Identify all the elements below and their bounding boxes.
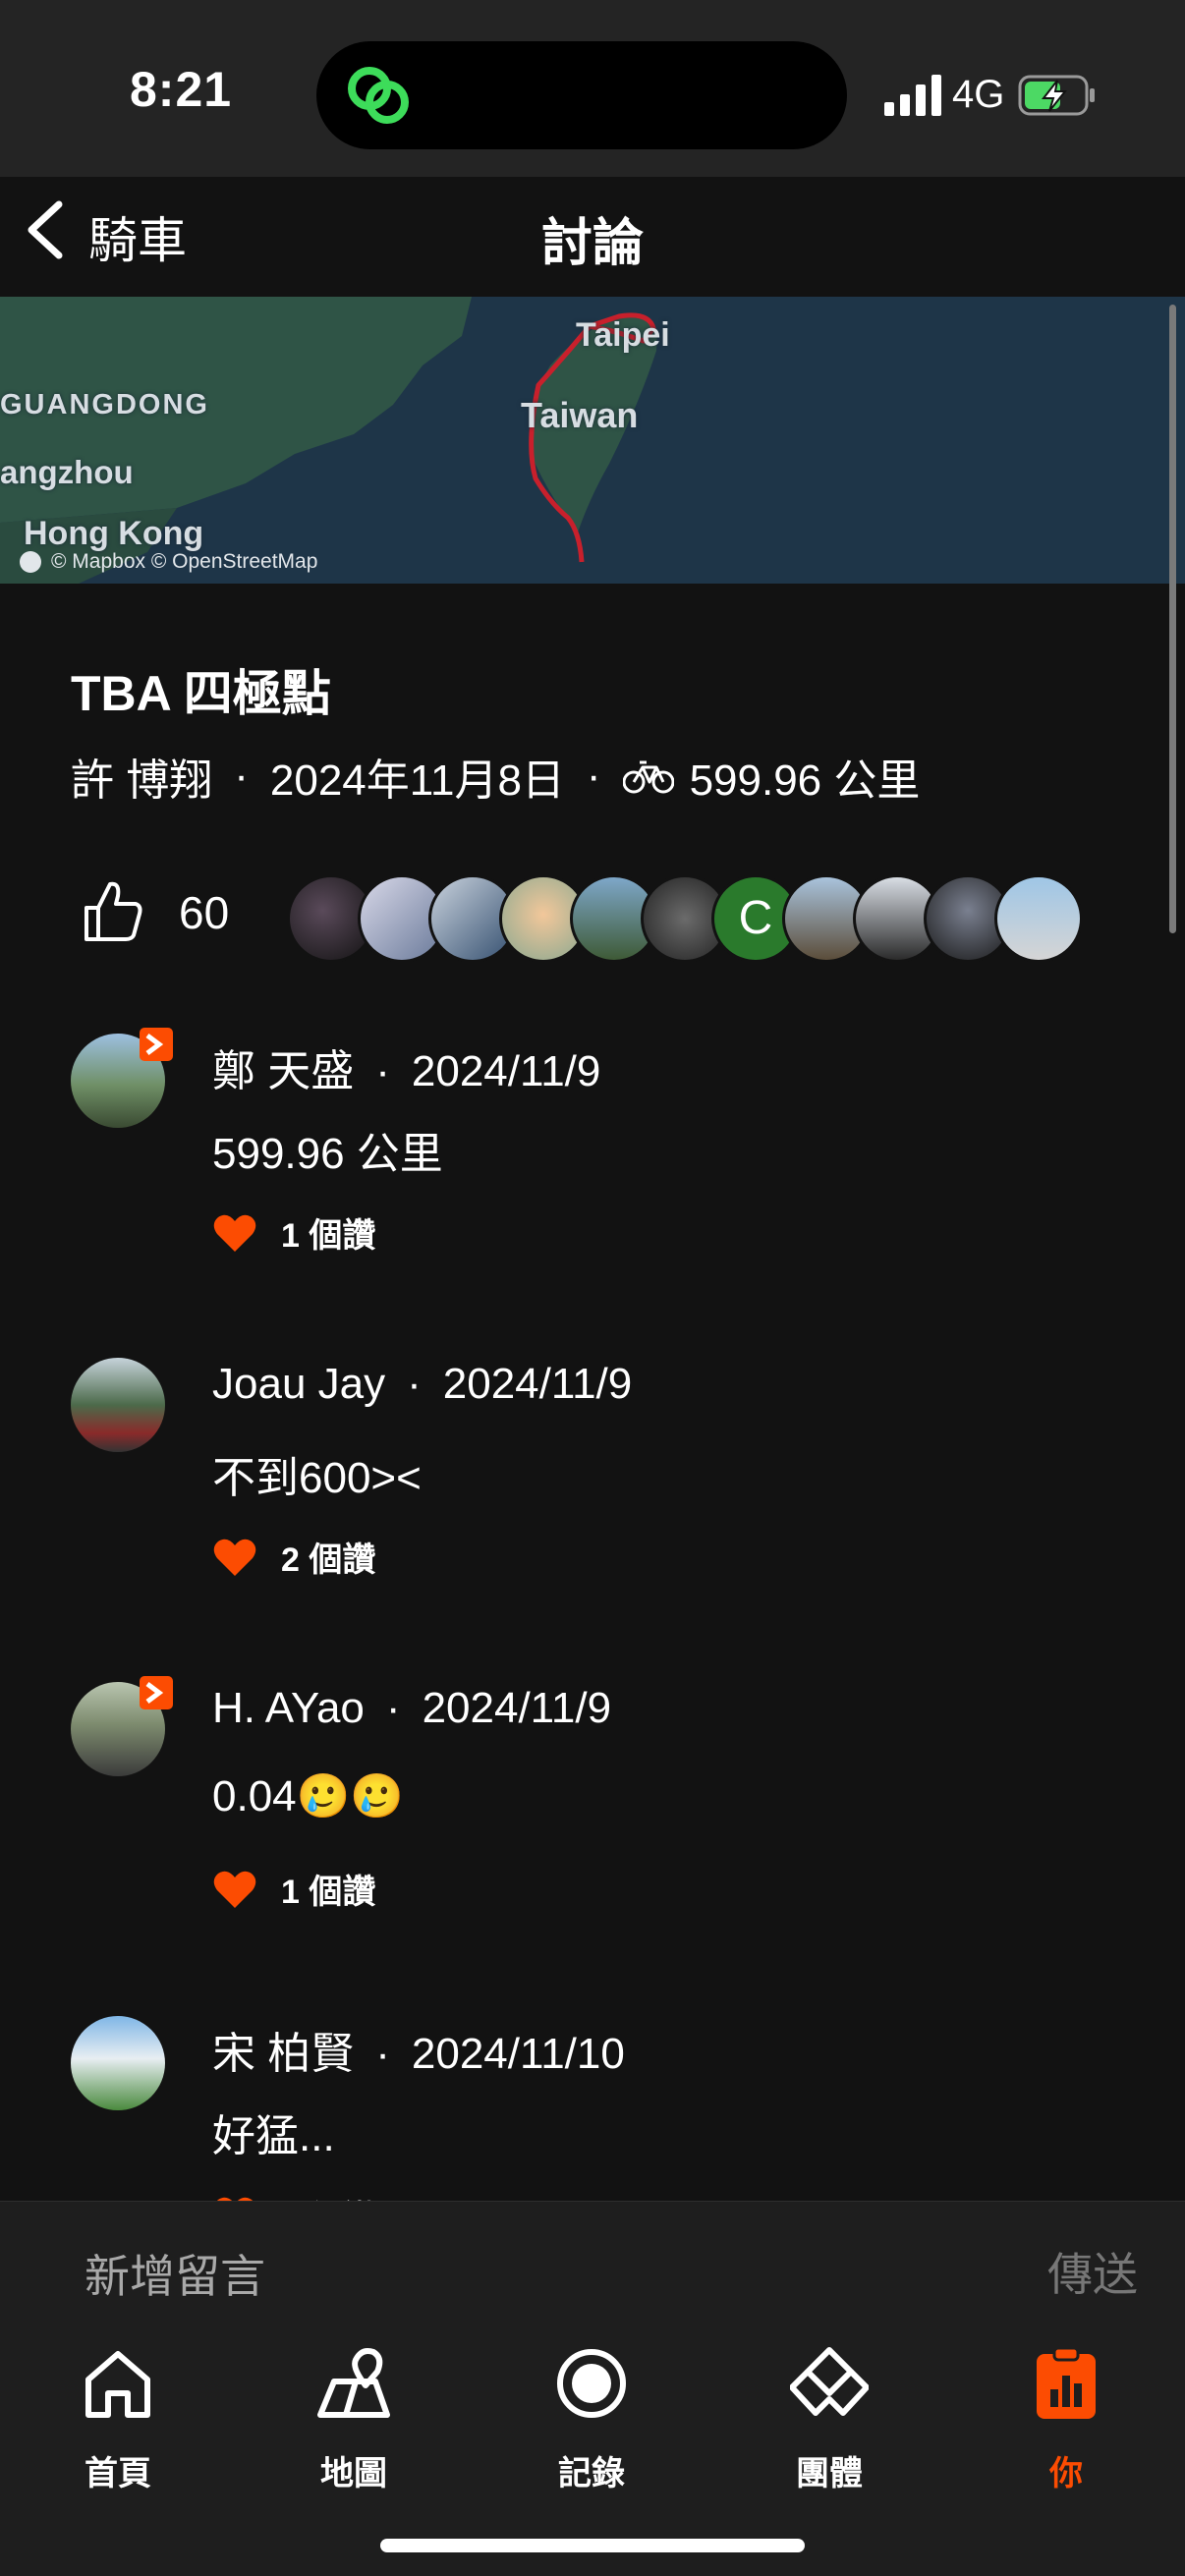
tab-label: 團體 <box>796 2455 863 2492</box>
activity-meta: 許 博翔 · 2024年11月8日 · 599.96 公里 <box>71 745 920 808</box>
dynamic-island[interactable] <box>316 41 847 149</box>
page-title: 討論 <box>540 215 644 272</box>
map-icon <box>317 2348 390 2418</box>
mapbox-logo-icon <box>20 551 41 574</box>
you-icon <box>1037 2346 1096 2419</box>
map-label-hongkong: Hong Kong <box>24 515 204 552</box>
route-map[interactable]: GUANGDONG angzhou Hong Kong Taipei Taiwa… <box>0 297 1185 584</box>
groups-icon <box>790 2347 869 2416</box>
comment-like-count: 1 個讚 <box>281 1874 376 1911</box>
map-label-guangzhou: angzhou <box>0 454 134 490</box>
comment-like-button[interactable]: 2 個讚 <box>212 1533 375 1581</box>
comment-author[interactable]: H. AYao <box>212 1684 365 1732</box>
comment-header: 宋 柏賢 · 2024/11/10 <box>212 2018 625 2081</box>
map-attribution: © Mapbox © OpenStreetMap <box>51 550 318 573</box>
comment-text: 不到600>< <box>212 1454 422 1502</box>
separator-dot: · <box>407 1360 422 1408</box>
comment-like-count: 1 個讚 <box>281 2191 375 2201</box>
comment-header: 鄭 天盛 · 2024/11/9 <box>212 1036 600 1098</box>
subscriber-badge-icon <box>140 1028 173 1061</box>
activity-title: TBA 四極點 <box>71 666 331 721</box>
home-icon <box>85 2351 150 2418</box>
separator-dot: · <box>375 2030 390 2078</box>
separator-dot: · <box>234 752 249 800</box>
battery-charging-icon <box>1018 75 1095 116</box>
heart-icon <box>213 1214 256 1252</box>
comment-date: 2024/11/9 <box>422 1684 612 1732</box>
map-credit[interactable]: © Mapbox © OpenStreetMap <box>20 550 317 574</box>
kudos-row[interactable]: 60 C <box>81 874 1122 963</box>
separator-dot: · <box>375 1047 390 1095</box>
tab-label: 記錄 <box>558 2455 625 2492</box>
comment-author[interactable]: Joau Jay <box>212 1360 385 1408</box>
comment-item: 宋 柏賢 · 2024/11/10 好猛... 1 個讚 <box>0 2016 1185 2201</box>
comment-text: 599.96 公里 <box>212 1130 443 1178</box>
status-bar: 8:21 4G <box>0 0 1185 177</box>
comment-like-button[interactable]: 1 個讚 <box>212 1208 375 1257</box>
tab-label: 首頁 <box>85 2455 151 2492</box>
comment-like-count: 2 個讚 <box>281 1541 376 1579</box>
athlete-name[interactable]: 許 博翔 <box>71 745 212 808</box>
activity-date: 2024年11月8日 <box>269 756 565 805</box>
cellular-signal-icon <box>884 75 941 116</box>
separator-dot: · <box>385 1684 401 1732</box>
link-activity-icon <box>348 67 409 124</box>
activity-distance: 599.96 公里 <box>689 756 921 805</box>
network-type: 4G <box>952 73 1005 116</box>
comment-header: Joau Jay · 2024/11/9 <box>212 1360 632 1409</box>
bike-icon <box>622 760 674 794</box>
comment-author[interactable]: 鄭 天盛 <box>212 1047 354 1095</box>
tab-label: 你 <box>1049 2455 1083 2492</box>
map-label-taiwan: Taiwan <box>521 395 639 435</box>
separator-dot: · <box>586 752 601 800</box>
comment-text: 好猛... <box>212 2112 335 2160</box>
comment-like-button[interactable]: 1 個讚 <box>212 1865 375 1913</box>
tab-label: 地圖 <box>320 2455 387 2492</box>
status-time: 8:21 <box>130 62 233 117</box>
comment-author[interactable]: 宋 柏賢 <box>212 2030 354 2078</box>
comment-header: H. AYao · 2024/11/9 <box>212 1684 611 1733</box>
scroll-indicator <box>1169 305 1176 933</box>
comment-date: 2024/11/9 <box>442 1360 633 1408</box>
heart-icon <box>213 1871 256 1908</box>
map-label-taipei: Taipei <box>576 316 670 354</box>
send-button[interactable]: 傳送 <box>1047 2239 1138 2304</box>
heart-icon <box>213 1539 256 1576</box>
comment-text: 0.04🥲🥲 <box>212 1772 405 1820</box>
comment-date: 2024/11/9 <box>411 1047 601 1095</box>
commenter-avatar[interactable] <box>71 2016 165 2110</box>
kudos-avatar[interactable] <box>994 874 1083 963</box>
comment-like-count: 1 個讚 <box>281 1217 376 1255</box>
subscriber-badge-icon <box>140 1676 173 1709</box>
home-indicator[interactable] <box>380 2539 805 2552</box>
comment-like-button[interactable]: 1 個讚 <box>212 2191 375 2201</box>
map-label-guangdong: GUANGDONG <box>0 389 209 420</box>
commenter-avatar[interactable] <box>71 1358 165 1452</box>
record-icon <box>557 2349 626 2418</box>
thumbs-up-icon[interactable] <box>81 878 143 943</box>
comment-input[interactable]: 新增留言 <box>85 2241 265 2306</box>
kudos-count: 60 <box>179 887 230 938</box>
comment-input-bar: 新增留言 傳送 <box>0 2201 1185 2331</box>
comment-date: 2024/11/10 <box>411 2030 625 2078</box>
